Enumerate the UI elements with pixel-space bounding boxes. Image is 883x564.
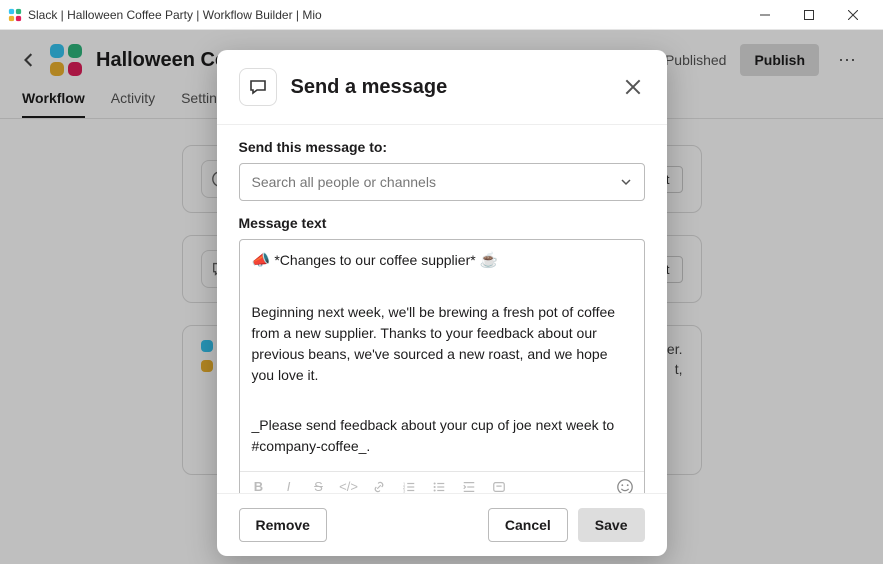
message-footer-line: _Please send feedback about your cup of … [252, 415, 632, 457]
message-label: Message text [239, 215, 645, 231]
svg-text:3: 3 [402, 488, 405, 493]
window-close-button[interactable] [831, 0, 875, 30]
link-button[interactable] [370, 478, 388, 495]
cancel-button[interactable]: Cancel [488, 508, 568, 542]
variable-button[interactable] [490, 478, 508, 495]
recipient-select[interactable]: Search all people or channels [239, 163, 645, 201]
strike-button[interactable]: S [310, 478, 328, 495]
editor-toolbar: B I S </> 123 [240, 471, 644, 495]
message-icon [239, 68, 277, 106]
message-headline: *Changes to our coffee supplier* [274, 252, 479, 268]
remove-button[interactable]: Remove [239, 508, 327, 542]
ordered-list-button[interactable]: 123 [400, 478, 418, 495]
modal-body: Send this message to: Search all people … [217, 124, 667, 494]
indent-button[interactable] [460, 478, 478, 495]
save-button[interactable]: Save [578, 508, 645, 542]
modal-title: Send a message [291, 76, 448, 99]
chevron-down-icon [620, 176, 632, 188]
emoji-picker-button[interactable] [616, 478, 634, 495]
bullet-list-button[interactable] [430, 478, 448, 495]
recipient-placeholder: Search all people or channels [252, 174, 436, 190]
megaphone-emoji: 📣 [252, 252, 275, 269]
send-message-modal: Send a message Send this message to: Sea… [217, 50, 667, 556]
window-maximize-button[interactable] [787, 0, 831, 30]
italic-button[interactable]: I [280, 478, 298, 495]
window-title: Slack | Halloween Coffee Party | Workflo… [28, 8, 322, 22]
slack-app-icon [8, 8, 22, 22]
message-textarea[interactable]: 📣 *Changes to our coffee supplier* ☕ Beg… [240, 240, 644, 471]
bold-button[interactable]: B [250, 478, 268, 495]
coffee-emoji: ☕ [480, 252, 499, 269]
window-minimize-button[interactable] [743, 0, 787, 30]
code-button[interactable]: </> [340, 478, 358, 495]
modal-header: Send a message [217, 50, 667, 124]
message-editor: 📣 *Changes to our coffee supplier* ☕ Beg… [239, 239, 645, 494]
close-icon[interactable] [621, 75, 645, 99]
recipient-label: Send this message to: [239, 139, 645, 155]
window-titlebar: Slack | Halloween Coffee Party | Workflo… [0, 0, 883, 30]
message-paragraph: Beginning next week, we'll be brewing a … [252, 302, 632, 386]
modal-footer: Remove Cancel Save [217, 494, 667, 556]
